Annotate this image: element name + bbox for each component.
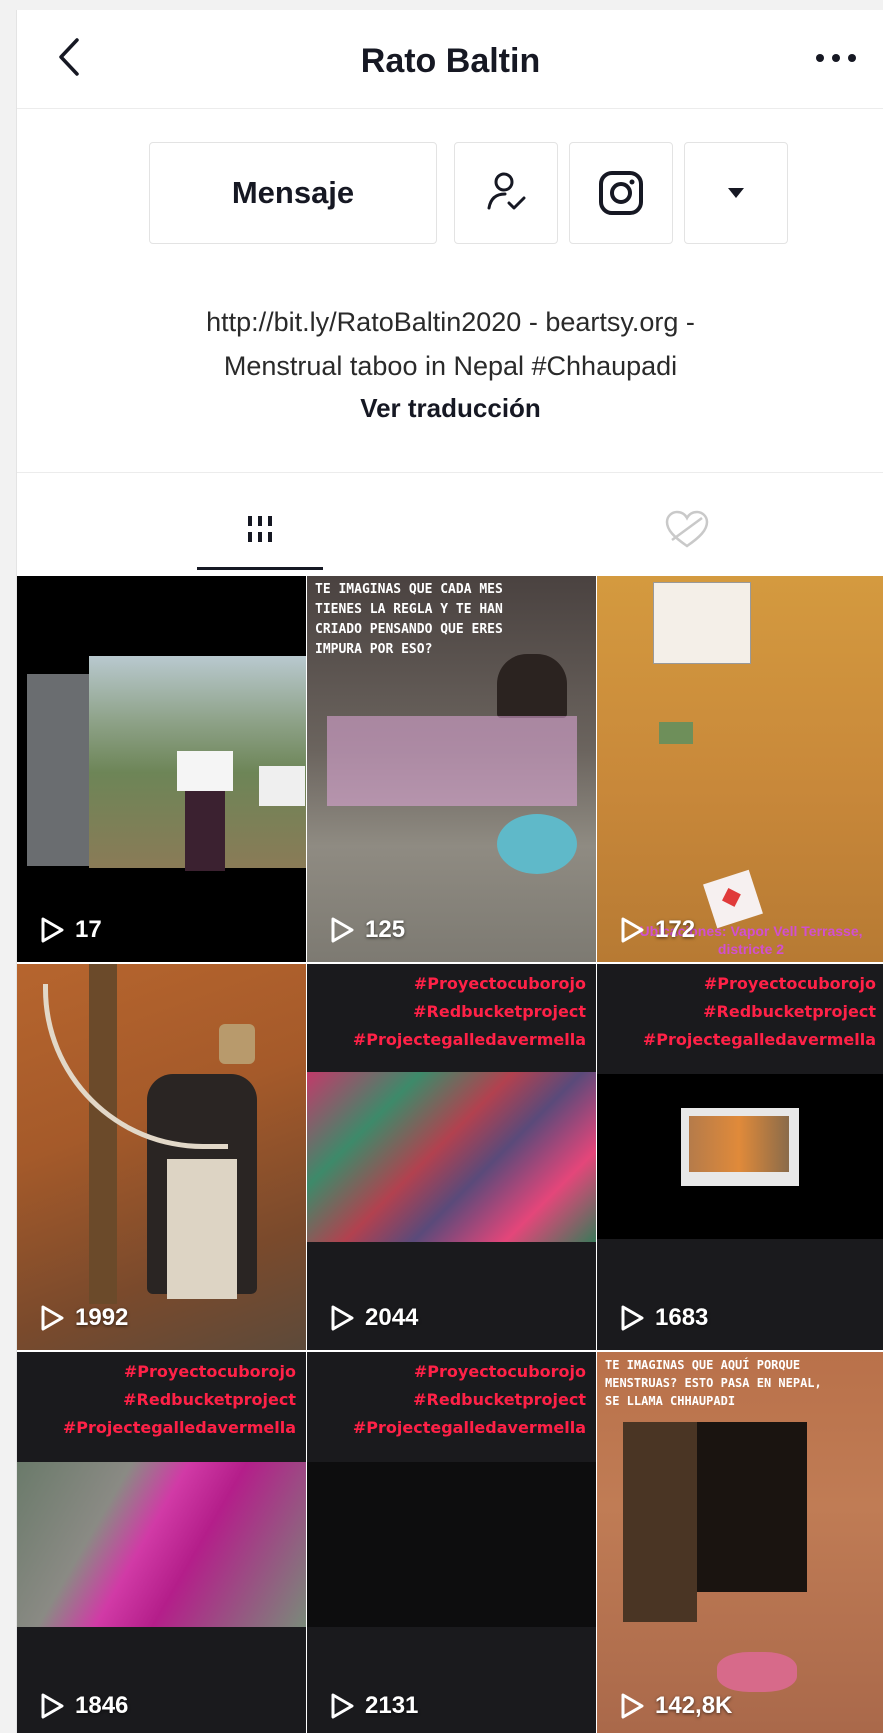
video-tile[interactable]: 1992 [17,964,306,1350]
hashtag: #Projectegalledavermella [642,1030,876,1049]
hashtag: #Projectegalledavermella [62,1418,296,1437]
thumb-image [17,1462,306,1627]
video-tile[interactable]: TE IMAGINAS QUE CADA MES TIENES LA REGLA… [307,576,596,962]
hashtag: #Projectegalledavermella [352,1030,586,1049]
view-count-label: 1846 [75,1692,129,1719]
thumb-image [659,722,693,744]
tab-liked[interactable] [647,490,727,570]
hashtag: #Redbucketproject [703,1002,876,1021]
hashtag: #Proyectocuborojo [703,974,876,993]
view-count: 1992 [39,1304,128,1332]
play-icon [41,1693,64,1719]
person-check-icon [487,172,526,210]
thumb-image [653,582,751,664]
thumb-image [167,1159,237,1299]
play-icon [331,1305,354,1331]
thumb-image [703,869,763,929]
video-tile[interactable]: TE IMAGINAS QUE AQUÍ PORQUE MENSTRUAS? E… [597,1352,883,1733]
following-button[interactable] [454,142,558,244]
hashtag: #Projectegalledavermella [352,1418,586,1437]
play-icon [41,1305,64,1331]
overlay-text: TE IMAGINAS QUE CADA MES TIENES LA REGLA… [315,582,503,657]
thumb-image [717,1652,797,1692]
bio-line-link[interactable]: http://bit.ly/RatoBaltin2020 - beartsy.o… [57,300,844,344]
thumb-image [697,1422,807,1592]
thumb-image [43,984,228,1149]
view-count-label: 125 [365,916,406,943]
message-button[interactable]: Mensaje [149,142,437,244]
thumb-image [307,1462,596,1627]
thumb-image [497,814,577,874]
thumb-image [307,1072,596,1242]
video-tile[interactable]: #Proyectocuborojo #Redbucketproject #Pro… [307,1352,596,1733]
thumb-image [89,656,306,871]
play-icon [621,1693,644,1719]
view-count: 172 [619,916,695,944]
thumb-image [27,674,89,866]
grid-icon [248,516,272,542]
hashtag-overlay: #Proyectocuborojo #Redbucketproject #Pro… [353,1358,586,1442]
hashtag: #Proyectocuborojo [413,1362,586,1381]
video-tile[interactable]: #Proyectocuborojo #Redbucketproject #Pro… [307,964,596,1350]
view-count: 17 [39,916,102,944]
translate-link[interactable]: Ver traducción [17,393,883,424]
hashtag: #Redbucketproject [413,1002,586,1021]
thumb-image [681,1108,799,1186]
suggestions-dropdown-button[interactable] [684,142,788,244]
page-title: Rato Baltin [360,42,541,80]
instagram-button[interactable] [569,142,673,244]
view-count-label: 2044 [365,1304,419,1331]
view-count: 2131 [329,1692,418,1720]
video-tile[interactable]: Ubicaciones: Vapor Vell Terrasse, distri… [597,576,883,962]
hashtag: #Proyectocuborojo [413,974,586,993]
play-icon [331,1693,354,1719]
hashtag: #Redbucketproject [123,1390,296,1409]
view-count: 1683 [619,1304,708,1332]
video-tile[interactable]: #Proyectocuborojo #Redbucketproject #Pro… [597,964,883,1350]
view-count-label: 142,8K [655,1692,733,1719]
view-count: 1846 [39,1692,128,1720]
view-count-label: 172 [655,916,696,943]
view-count: 2044 [329,1304,418,1332]
play-icon [621,1305,644,1331]
tab-videos[interactable] [197,490,323,570]
hashtag-overlay: #Proyectocuborojo #Redbucketproject #Pro… [643,970,876,1054]
thumb-highlight [327,716,577,806]
view-count-label: 2131 [365,1692,419,1719]
play-icon [621,917,644,943]
divider [17,472,883,473]
view-count: 142,8K [619,1692,732,1720]
ellipsis-icon [816,54,856,62]
active-tab-indicator [197,567,323,570]
play-icon [331,917,354,943]
hashtag-overlay: #Proyectocuborojo #Redbucketproject #Pro… [353,970,586,1054]
thumb-image [623,1422,697,1622]
hashtag-overlay: #Proyectocuborojo #Redbucketproject #Pro… [63,1358,296,1442]
hashtag: #Proyectocuborojo [123,1362,296,1381]
profile-bio: http://bit.ly/RatoBaltin2020 - beartsy.o… [57,300,844,388]
overlay-text: TE IMAGINAS QUE AQUÍ PORQUE MENSTRUAS? E… [605,1358,822,1408]
view-count: 125 [329,916,405,944]
thumb-frame [597,1074,883,1239]
more-options-button[interactable] [806,43,866,73]
hashtag: #Redbucketproject [413,1390,586,1409]
instagram-icon [599,171,643,215]
video-tile[interactable]: #Proyectocuborojo #Redbucketproject #Pro… [17,1352,306,1733]
view-count-label: 17 [75,916,102,943]
bio-line-text: Menstrual taboo in Nepal #Chhaupadi [223,351,678,381]
view-count-label: 1992 [75,1304,129,1331]
video-tile[interactable]: 17 [17,576,306,962]
heart-hidden-icon [665,510,709,548]
header-bar: Rato Baltin [17,10,883,109]
play-icon [41,917,64,943]
view-count-label: 1683 [655,1304,709,1331]
thumb-image [497,654,567,718]
caret-down-icon [728,188,744,198]
profile-screen: Rato Baltin Mensaje http://bit.ly/RatoBa… [16,10,883,1733]
